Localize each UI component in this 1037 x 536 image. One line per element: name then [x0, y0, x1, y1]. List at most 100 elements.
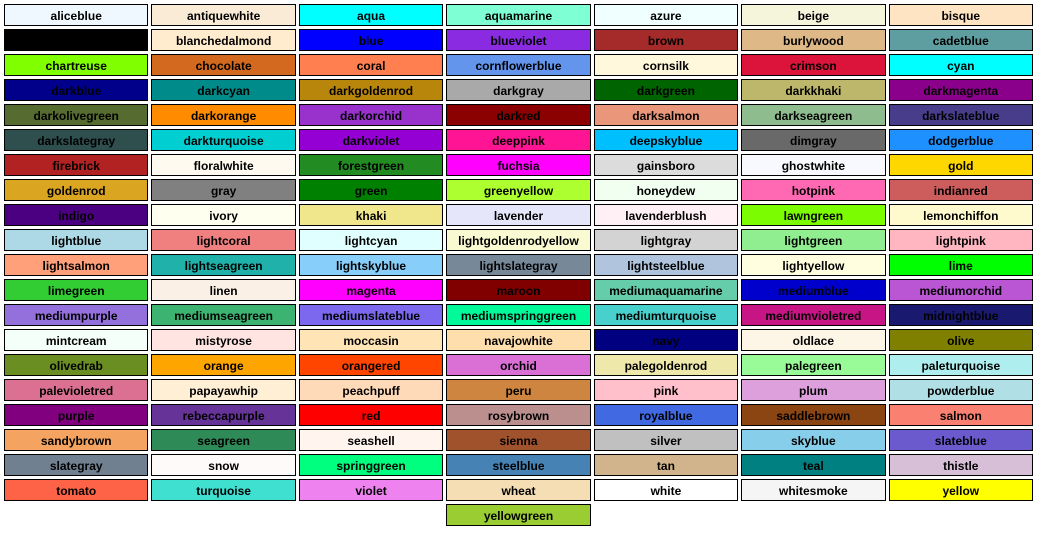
color-swatch-moccasin: moccasin — [299, 329, 443, 351]
color-swatch-tomato: tomato — [4, 479, 148, 501]
color-swatch-darkgray: darkgray — [446, 79, 590, 101]
color-swatch-white: white — [594, 479, 738, 501]
color-swatch-azure: azure — [594, 4, 738, 26]
color-swatch-aquamarine: aquamarine — [446, 4, 590, 26]
color-swatch-slateblue: slateblue — [889, 429, 1033, 451]
color-swatch-lightsteelblue: lightsteelblue — [594, 254, 738, 276]
color-swatch-darkkhaki: darkkhaki — [741, 79, 885, 101]
color-swatch-mediumvioletred: mediumvioletred — [741, 304, 885, 326]
color-swatch-lightskyblue: lightskyblue — [299, 254, 443, 276]
color-swatch-darkorange: darkorange — [151, 104, 295, 126]
color-swatch-cornflowerblue: cornflowerblue — [446, 54, 590, 76]
color-swatch-gold: gold — [889, 154, 1033, 176]
color-swatch-palevioletred: palevioletred — [4, 379, 148, 401]
color-swatch-yellow: yellow — [889, 479, 1033, 501]
color-swatch-black: black — [4, 29, 148, 51]
color-swatch-darkviolet: darkviolet — [299, 129, 443, 151]
color-swatch-chocolate: chocolate — [151, 54, 295, 76]
color-swatch-darkolivegreen: darkolivegreen — [4, 104, 148, 126]
color-swatch-olive: olive — [889, 329, 1033, 351]
color-swatch-coral: coral — [299, 54, 443, 76]
color-swatch-mintcream: mintcream — [4, 329, 148, 351]
color-swatch-lightpink: lightpink — [889, 229, 1033, 251]
color-swatch-lavender: lavender — [446, 204, 590, 226]
color-swatch-thistle: thistle — [889, 454, 1033, 476]
color-swatch-powderblue: powderblue — [889, 379, 1033, 401]
color-swatch-chartreuse: chartreuse — [4, 54, 148, 76]
color-swatch-paleturquoise: paleturquoise — [889, 354, 1033, 376]
color-swatch-cornsilk: cornsilk — [594, 54, 738, 76]
color-swatch-seashell: seashell — [299, 429, 443, 451]
color-swatch-oldlace: oldlace — [741, 329, 885, 351]
color-swatch-teal: teal — [741, 454, 885, 476]
color-swatch-indianred: indianred — [889, 179, 1033, 201]
color-swatch-magenta: magenta — [299, 279, 443, 301]
color-swatch-lightseagreen: lightseagreen — [151, 254, 295, 276]
color-swatch-mediumspringgreen: mediumspringgreen — [446, 304, 590, 326]
color-swatch-skyblue: skyblue — [741, 429, 885, 451]
color-swatch-mediumaquamarine: mediumaquamarine — [594, 279, 738, 301]
color-swatch-mistyrose: mistyrose — [151, 329, 295, 351]
color-swatch-blueviolet: blueviolet — [446, 29, 590, 51]
color-swatch-peachpuff: peachpuff — [299, 379, 443, 401]
color-swatch-darkseagreen: darkseagreen — [741, 104, 885, 126]
color-swatch-darkgreen: darkgreen — [594, 79, 738, 101]
color-swatch-lawngreen: lawngreen — [741, 204, 885, 226]
color-swatch-darkmagenta: darkmagenta — [889, 79, 1033, 101]
color-swatch-saddlebrown: saddlebrown — [741, 404, 885, 426]
color-swatch-fuchsia: fuchsia — [446, 154, 590, 176]
color-swatch-cyan: cyan — [889, 54, 1033, 76]
color-swatch-mediumblue: mediumblue — [741, 279, 885, 301]
color-swatch-firebrick: firebrick — [4, 154, 148, 176]
color-swatch-bisque: bisque — [889, 4, 1033, 26]
color-swatch-seagreen: seagreen — [151, 429, 295, 451]
color-swatch-darkslateblue: darkslateblue — [889, 104, 1033, 126]
color-swatch-lightslategray: lightslategray — [446, 254, 590, 276]
color-swatch-purple: purple — [4, 404, 148, 426]
color-swatch-darkorchid: darkorchid — [299, 104, 443, 126]
color-swatch-whitesmoke: whitesmoke — [741, 479, 885, 501]
color-swatch-mediumslateblue: mediumslateblue — [299, 304, 443, 326]
color-swatch-orangered: orangered — [299, 354, 443, 376]
color-swatch-aliceblue: aliceblue — [4, 4, 148, 26]
color-swatch-gray: gray — [151, 179, 295, 201]
color-swatch-orange: orange — [151, 354, 295, 376]
color-swatch-green: green — [299, 179, 443, 201]
color-swatch-lightblue: lightblue — [4, 229, 148, 251]
color-swatch-lightcyan: lightcyan — [299, 229, 443, 251]
color-swatch-turquoise: turquoise — [151, 479, 295, 501]
color-swatch-blue: blue — [299, 29, 443, 51]
color-swatch-goldenrod: goldenrod — [4, 179, 148, 201]
color-swatch-gainsboro: gainsboro — [594, 154, 738, 176]
color-swatch-dimgray: dimgray — [741, 129, 885, 151]
color-swatch-lightgray: lightgray — [594, 229, 738, 251]
color-swatch-midnightblue: midnightblue — [889, 304, 1033, 326]
color-swatch-floralwhite: floralwhite — [151, 154, 295, 176]
color-swatch-antiquewhite: antiquewhite — [151, 4, 295, 26]
color-swatch-brown: brown — [594, 29, 738, 51]
color-swatch-ivory: ivory — [151, 204, 295, 226]
color-swatch-steelblue: steelblue — [446, 454, 590, 476]
color-swatch-silver: silver — [594, 429, 738, 451]
color-swatch-greenyellow: greenyellow — [446, 179, 590, 201]
color-swatch-aqua: aqua — [299, 4, 443, 26]
color-swatch-lightyellow: lightyellow — [741, 254, 885, 276]
color-swatch-mediumpurple: mediumpurple — [4, 304, 148, 326]
color-swatch-linen: linen — [151, 279, 295, 301]
color-swatch-limegreen: limegreen — [4, 279, 148, 301]
color-swatch-lightgreen: lightgreen — [741, 229, 885, 251]
color-swatch-deepskyblue: deepskyblue — [594, 129, 738, 151]
color-swatch-indigo: indigo — [4, 204, 148, 226]
color-swatch-orchid: orchid — [446, 354, 590, 376]
color-swatch-darkgoldenrod: darkgoldenrod — [299, 79, 443, 101]
color-swatch-rosybrown: rosybrown — [446, 404, 590, 426]
color-swatch-lightcoral: lightcoral — [151, 229, 295, 251]
color-swatch-palegreen: palegreen — [741, 354, 885, 376]
color-swatch-papayawhip: papayawhip — [151, 379, 295, 401]
color-swatch-khaki: khaki — [299, 204, 443, 226]
color-swatch-mediumturquoise: mediumturquoise — [594, 304, 738, 326]
color-swatch-olivedrab: olivedrab — [4, 354, 148, 376]
color-swatch-plum: plum — [741, 379, 885, 401]
color-swatch-palegoldenrod: palegoldenrod — [594, 354, 738, 376]
color-swatch-darkred: darkred — [446, 104, 590, 126]
